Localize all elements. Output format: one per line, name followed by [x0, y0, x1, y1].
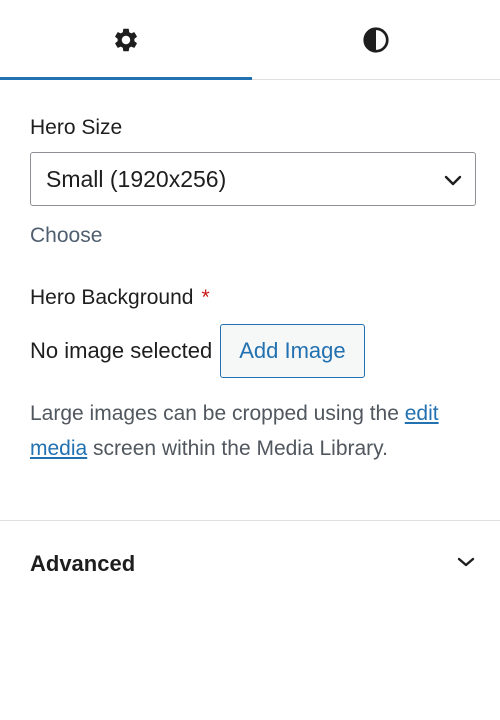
tab-settings[interactable] — [0, 0, 252, 80]
settings-sidebar: Hero Size Small (1920x256) Choose Hero B… — [0, 0, 500, 720]
help-text-suffix: screen within the Media Library. — [87, 437, 388, 460]
advanced-panel-toggle[interactable]: Advanced — [0, 521, 500, 607]
hero-size-label: Hero Size — [30, 116, 123, 139]
hero-background-image-row: No image selected Add Image — [30, 324, 474, 378]
help-text-prefix: Large images can be cropped using the — [30, 402, 405, 425]
hero-background-label: Hero Background * — [30, 284, 474, 312]
required-indicator: * — [201, 286, 210, 309]
tab-styles[interactable] — [252, 0, 500, 79]
advanced-panel-title: Advanced — [30, 551, 136, 576]
chevron-down-icon — [454, 550, 478, 579]
contrast-icon — [361, 25, 391, 55]
chevron-down-icon — [443, 170, 463, 195]
sidebar-tabs — [0, 0, 500, 80]
gear-icon — [112, 26, 140, 54]
choose-link[interactable]: Choose — [30, 222, 102, 250]
add-image-button[interactable]: Add Image — [220, 324, 365, 378]
hero-size-selected-value: Small (1920x256) — [46, 166, 227, 192]
no-image-text: No image selected — [30, 338, 213, 363]
block-settings-content: Hero Size Small (1920x256) Choose Hero B… — [0, 80, 500, 466]
hero-size-select[interactable]: Small (1920x256) — [30, 152, 476, 206]
hero-background-label-text: Hero Background — [30, 286, 194, 309]
hero-background-help-text: Large images can be cropped using the ed… — [30, 396, 470, 466]
